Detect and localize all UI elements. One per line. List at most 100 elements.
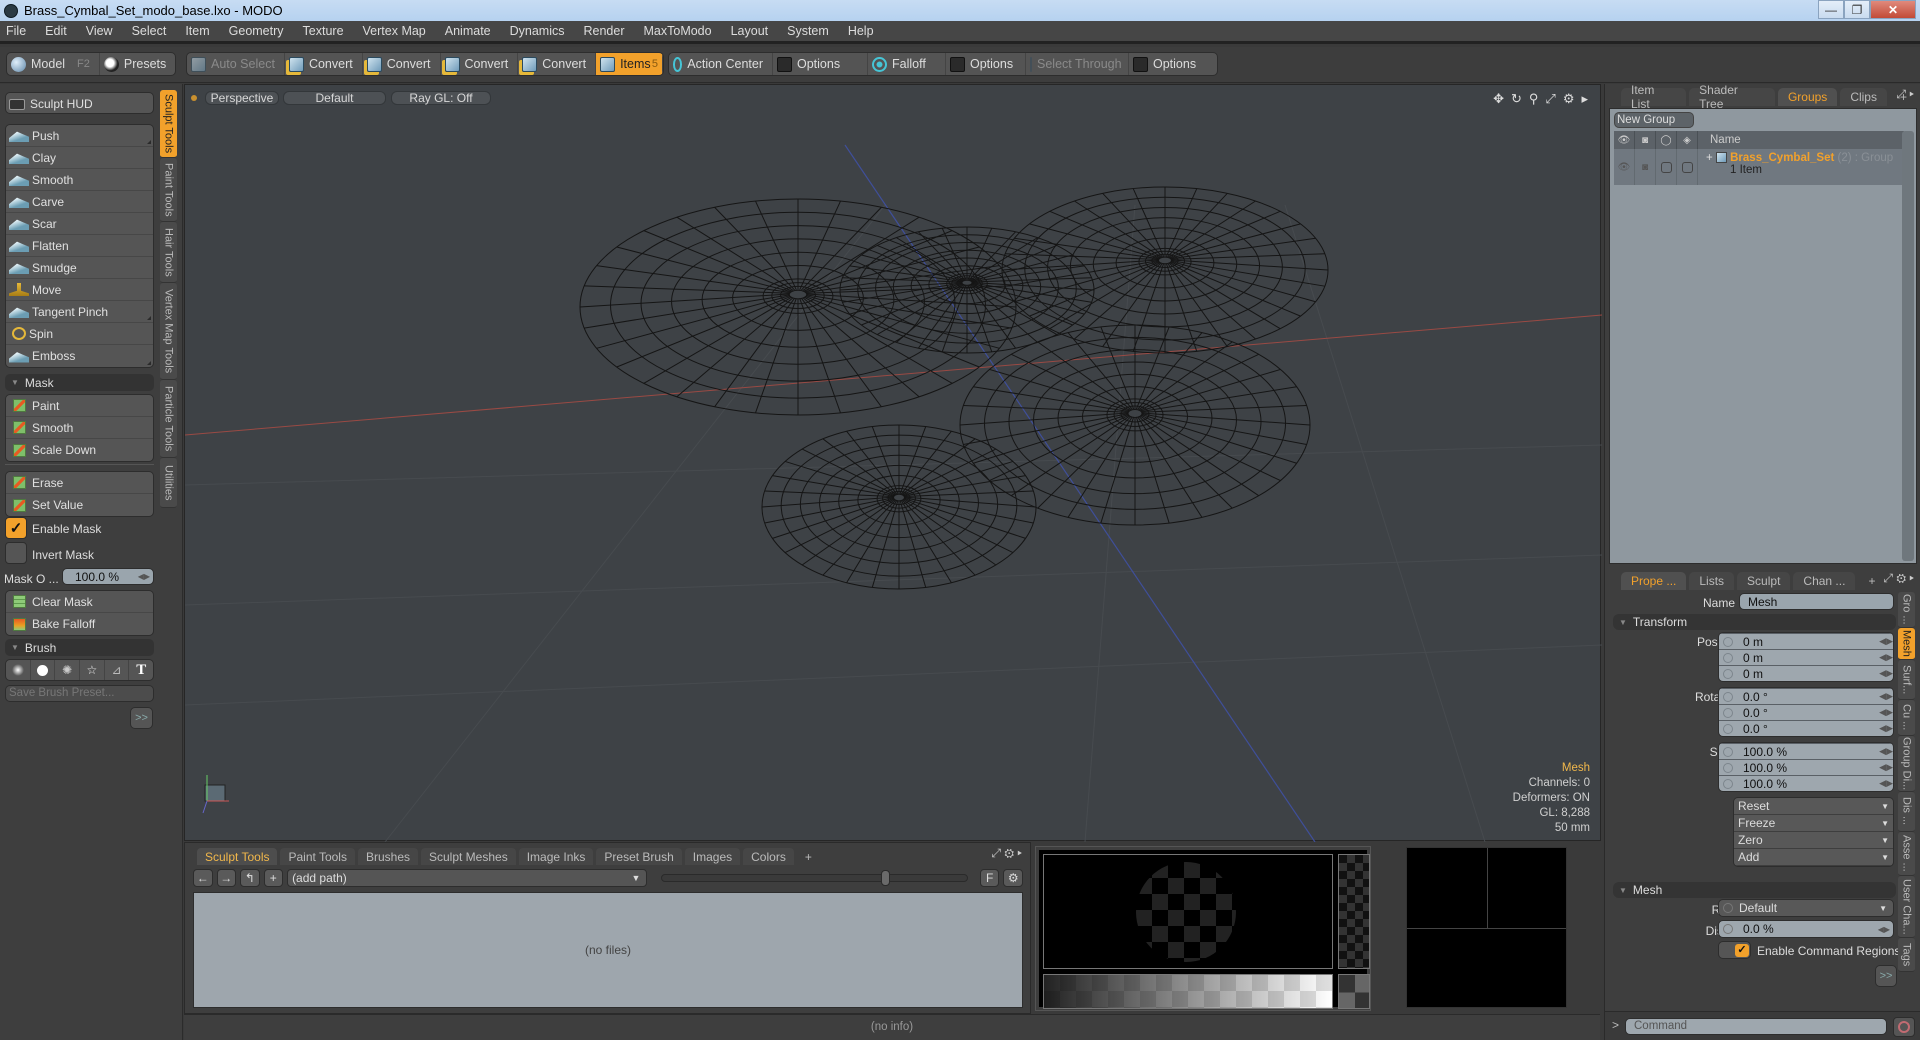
enable-mask-checkbox[interactable]: ✓ bbox=[5, 517, 27, 539]
position-z-field[interactable]: 0 m ◀▶ bbox=[1719, 665, 1893, 681]
filter-button[interactable]: F bbox=[979, 869, 1000, 887]
panel-options-icons[interactable]: ⤢ ▸ bbox=[1896, 87, 1914, 102]
view-type-button[interactable]: Perspective bbox=[205, 91, 279, 105]
forward-button[interactable]: → bbox=[216, 869, 237, 887]
tab-assembly[interactable]: Asse ... bbox=[1898, 832, 1915, 876]
new-group-button[interactable]: New Group bbox=[1614, 112, 1694, 128]
tool-smooth[interactable]: Smooth bbox=[6, 169, 153, 191]
tab-properties[interactable]: Prope ... bbox=[1621, 572, 1687, 590]
zoom-icon[interactable]: ⚲ bbox=[1529, 91, 1539, 107]
menu-animate[interactable]: Animate bbox=[445, 24, 491, 38]
vector-brush-button[interactable]: ⊿ bbox=[105, 660, 130, 680]
clear-mask-button[interactable]: Clear Mask bbox=[6, 591, 153, 613]
rotation-x-field[interactable]: 0.0 ° ◀▶ bbox=[1719, 688, 1893, 704]
keyframe-dot-icon[interactable] bbox=[1723, 636, 1733, 647]
add-tab-button[interactable]: + bbox=[797, 848, 820, 865]
visibility-column-icon[interactable]: 👁 bbox=[1614, 131, 1635, 149]
keyframe-dot-icon[interactable] bbox=[1723, 903, 1733, 913]
pan-icon[interactable]: ✥ bbox=[1493, 91, 1504, 107]
menu-layout[interactable]: Layout bbox=[731, 24, 769, 38]
scale-y-field[interactable]: 100.0 % ◀▶ bbox=[1719, 759, 1893, 775]
scale-x-field[interactable]: 100.0 % ◀▶ bbox=[1719, 743, 1893, 759]
tab-particle-tools[interactable]: Particle Tools bbox=[160, 380, 177, 458]
lock-toggle[interactable] bbox=[1656, 149, 1677, 185]
menu-select[interactable]: Select bbox=[132, 24, 167, 38]
convert-materials-button[interactable]: Convert bbox=[518, 53, 597, 75]
keyframe-dot-icon[interactable] bbox=[1723, 924, 1733, 934]
tab-channels[interactable]: Chan ... bbox=[1793, 572, 1856, 590]
menu-vertex-map[interactable]: Vertex Map bbox=[363, 24, 426, 38]
mask-scale-down[interactable]: Scale Down bbox=[6, 439, 153, 461]
path-dropdown[interactable]: (add path) ▼ bbox=[287, 869, 648, 887]
tab-shader-tree[interactable]: Shader Tree bbox=[1689, 83, 1775, 111]
menu-render[interactable]: Render bbox=[584, 24, 625, 38]
render-toggle-icon[interactable]: ◙ bbox=[1635, 149, 1656, 185]
transform-section-header[interactable]: ▼ Transform bbox=[1613, 614, 1896, 630]
raygl-button[interactable]: Ray GL: Off bbox=[391, 91, 491, 105]
zero-dropdown[interactable]: Zero ▼ bbox=[1734, 832, 1893, 849]
add-tab-button[interactable]: + bbox=[1858, 572, 1885, 590]
tab-groups[interactable]: Groups bbox=[1777, 88, 1838, 106]
menu-item[interactable]: Item bbox=[185, 24, 209, 38]
menu-edit[interactable]: Edit bbox=[45, 24, 67, 38]
reset-dropdown[interactable]: Reset ▼ bbox=[1734, 798, 1893, 815]
visibility-toggle-icon[interactable]: 👁 bbox=[1614, 149, 1635, 185]
back-button[interactable]: ← bbox=[193, 869, 213, 887]
mask-erase[interactable]: Erase bbox=[6, 472, 153, 494]
tool-smudge[interactable]: Smudge bbox=[6, 257, 153, 279]
record-macro-button[interactable] bbox=[1893, 1017, 1915, 1037]
select-column-icon[interactable]: ◈ bbox=[1677, 131, 1698, 149]
tab-images[interactable]: Images bbox=[684, 848, 741, 865]
keyframe-dot-icon[interactable] bbox=[1723, 691, 1733, 702]
invert-mask-checkbox[interactable] bbox=[5, 542, 27, 564]
name-field[interactable]: Mesh bbox=[1739, 593, 1894, 610]
action-center-button[interactable]: Action Center bbox=[669, 53, 773, 75]
tab-item-list[interactable]: Item List bbox=[1621, 83, 1687, 111]
tab-sculpt-meshes[interactable]: Sculpt Meshes bbox=[421, 848, 516, 865]
gear-icon[interactable]: ⚙ bbox=[1563, 91, 1575, 107]
more-properties-button[interactable]: >> bbox=[1875, 965, 1897, 987]
rotation-z-field[interactable]: 0.0 ° ◀▶ bbox=[1719, 720, 1893, 736]
keyframe-dot-icon[interactable] bbox=[1723, 762, 1733, 773]
items-mode-button[interactable]: Items 5 bbox=[596, 53, 663, 75]
mask-opacity-field[interactable]: 100.0 % ◀▶ bbox=[62, 568, 154, 585]
keyframe-dot-icon[interactable] bbox=[1723, 778, 1733, 789]
tool-tangent-pinch[interactable]: Tangent Pinch bbox=[6, 301, 153, 323]
tab-vertex-map-tools[interactable]: Vertex Map Tools bbox=[160, 283, 177, 380]
keyframe-dot-icon[interactable] bbox=[1723, 668, 1733, 679]
command-regions-toggle[interactable]: ✓ bbox=[1718, 941, 1751, 959]
up-folder-button[interactable]: ↰ bbox=[240, 869, 260, 887]
star-brush-button[interactable]: ☆ bbox=[80, 660, 105, 680]
bake-falloff-button[interactable]: Bake Falloff bbox=[6, 613, 153, 635]
freeze-dropdown[interactable]: Freeze ▼ bbox=[1734, 815, 1893, 832]
scale-z-field[interactable]: 100.0 % ◀▶ bbox=[1719, 775, 1893, 791]
convert-vertices-button[interactable]: Convert bbox=[285, 53, 363, 75]
maximize-icon[interactable]: ⤢ bbox=[1545, 91, 1555, 107]
tab-sculpt-tools[interactable]: Sculpt Tools bbox=[197, 848, 278, 865]
select-toggle[interactable] bbox=[1677, 149, 1698, 185]
tab-paint-tools[interactable]: Paint Tools bbox=[280, 848, 355, 865]
falloff-button[interactable]: Falloff bbox=[868, 53, 946, 75]
save-brush-preset-field[interactable]: Save Brush Preset... bbox=[5, 685, 154, 702]
slider-handle[interactable] bbox=[881, 870, 891, 886]
tool-carve[interactable]: Carve bbox=[6, 191, 153, 213]
panel-options-icons[interactable]: ⤢ ⚙ ▸ bbox=[991, 846, 1022, 861]
tab-curves[interactable]: Cu ... bbox=[1898, 700, 1915, 736]
model-layout-button[interactable]: Model F2 bbox=[7, 53, 100, 75]
auto-select-button[interactable]: Auto Select bbox=[187, 53, 285, 75]
name-column-header[interactable]: Name bbox=[1698, 134, 1741, 146]
shading-button[interactable]: Default bbox=[283, 91, 386, 105]
tool-spin[interactable]: Spin bbox=[6, 323, 153, 345]
rotate-icon[interactable]: ↻ bbox=[1511, 91, 1522, 107]
expand-icon[interactable]: + bbox=[1706, 152, 1713, 164]
menu-system[interactable]: System bbox=[787, 24, 829, 38]
tool-scar[interactable]: Scar bbox=[6, 213, 153, 235]
mask-set-value[interactable]: Set Value bbox=[6, 494, 153, 516]
brush-section-header[interactable]: ▼ Brush bbox=[5, 639, 154, 656]
tab-image-inks[interactable]: Image Inks bbox=[518, 848, 594, 865]
groups-scrollbar[interactable] bbox=[1902, 131, 1914, 561]
command-input[interactable]: Command bbox=[1625, 1018, 1887, 1035]
tool-emboss[interactable]: Emboss bbox=[6, 345, 153, 367]
tab-sculpt[interactable]: Sculpt bbox=[1737, 572, 1791, 590]
mask-paint[interactable]: Paint bbox=[6, 395, 153, 417]
